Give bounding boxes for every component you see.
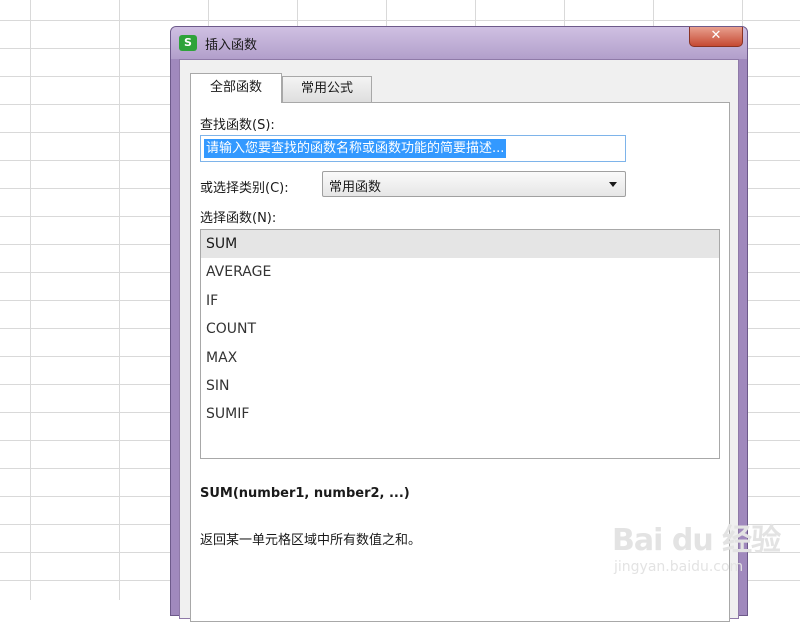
- tab-all-functions[interactable]: 全部函数: [190, 73, 282, 103]
- search-input-text: 请输入您要查找的函数名称或函数功能的简要描述...: [204, 139, 507, 158]
- wps-spreadsheet-icon: S: [179, 35, 197, 51]
- dialog-titlebar[interactable]: S 插入函数 ✕: [171, 27, 747, 59]
- function-list[interactable]: SUM AVERAGE IF COUNT MAX SIN SUMIF: [200, 229, 720, 459]
- function-signature: SUM(number1, number2, ...): [200, 486, 410, 501]
- tab-common-formulas[interactable]: 常用公式: [282, 76, 372, 102]
- function-item-average[interactable]: AVERAGE: [201, 258, 719, 286]
- search-input[interactable]: 请输入您要查找的函数名称或函数功能的简要描述...: [200, 135, 626, 162]
- function-item-sum[interactable]: SUM: [201, 230, 719, 259]
- function-item-if[interactable]: IF: [201, 287, 719, 315]
- baidu-jingyan-watermark: Bai du 经验 jingyan.baidu.com: [612, 515, 800, 600]
- watermark-logo: Bai du 经验: [612, 523, 781, 558]
- close-button[interactable]: ✕: [689, 27, 743, 47]
- close-icon: ✕: [710, 28, 722, 43]
- function-description: 返回某一单元格区域中所有数值之和。: [200, 533, 422, 548]
- category-label: 或选择类别(C):: [200, 181, 289, 196]
- category-selected-value: 常用函数: [329, 180, 382, 195]
- watermark-url: jingyan.baidu.com: [614, 559, 744, 575]
- search-label: 查找函数(S):: [200, 118, 275, 133]
- function-item-sin[interactable]: SIN: [201, 372, 719, 400]
- function-list-label: 选择函数(N):: [200, 211, 277, 226]
- function-item-count[interactable]: COUNT: [201, 315, 719, 343]
- chevron-down-icon: [609, 182, 617, 187]
- dialog-title: 插入函数: [205, 38, 258, 53]
- function-item-sumif[interactable]: SUMIF: [201, 400, 719, 428]
- category-select[interactable]: 常用函数: [322, 171, 626, 197]
- function-item-max[interactable]: MAX: [201, 344, 719, 372]
